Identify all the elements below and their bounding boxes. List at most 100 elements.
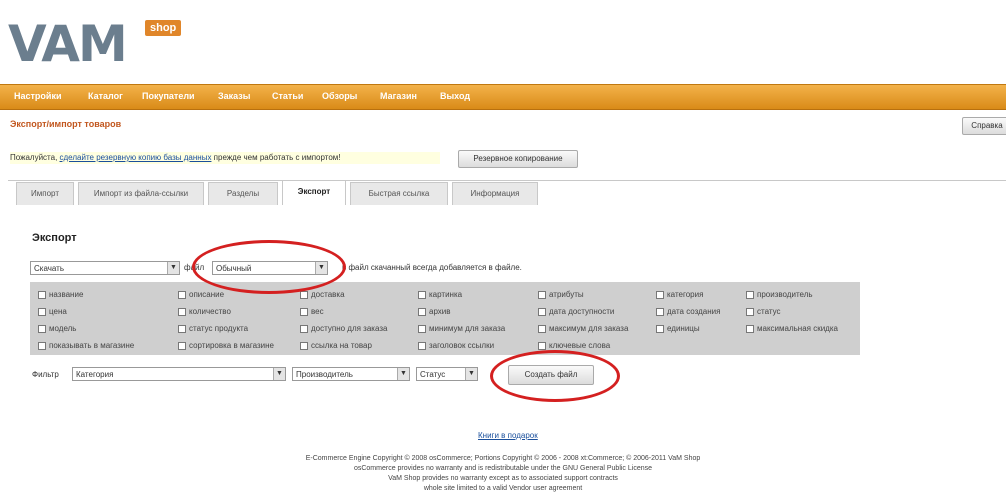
field-link-title[interactable]: заголовок ссылки	[418, 341, 536, 350]
menu-item-articles[interactable]: Статьи	[272, 91, 303, 101]
checkbox[interactable]	[178, 290, 186, 299]
chevron-down-icon: ▼	[397, 368, 409, 380]
field-attributes[interactable]: атрибуты	[538, 290, 656, 299]
checkbox[interactable]	[538, 324, 546, 333]
checkbox[interactable]	[38, 341, 46, 350]
field-manufacturer[interactable]: производитель	[746, 290, 858, 299]
backup-notice: Пожалуйста, сделайте резервную копию баз…	[10, 152, 440, 164]
menu-item-settings[interactable]: Настройки	[14, 91, 61, 101]
filter-manufacturer-select[interactable]: Производитель ▼	[292, 367, 410, 381]
checkbox[interactable]	[656, 307, 664, 316]
tab-import-from-link[interactable]: Импорт из файла-ссылки	[78, 182, 204, 205]
field-model[interactable]: модель	[38, 324, 176, 333]
field-label: дата доступности	[549, 307, 615, 316]
checkbox[interactable]	[538, 307, 546, 316]
highlight-circle-format	[192, 240, 346, 294]
menu-item-shop[interactable]: Магазин	[380, 91, 417, 101]
field-archive[interactable]: архив	[418, 307, 536, 316]
help-button[interactable]: Справка	[962, 117, 1006, 135]
field-status[interactable]: статус	[746, 307, 858, 316]
field-product-link[interactable]: ссылка на товар	[300, 341, 418, 350]
field-date-created[interactable]: дата создания	[656, 307, 742, 316]
logo-text: VAM	[8, 15, 128, 73]
filter-status-select[interactable]: Статус ▼	[416, 367, 478, 381]
field-image[interactable]: картинка	[418, 290, 536, 299]
vam-shop-logo[interactable]: VAM shop	[8, 14, 188, 74]
field-quantity[interactable]: количество	[178, 307, 296, 316]
footer-line-3: VaM Shop provides no warranty except as …	[388, 475, 618, 482]
menu-item-reviews[interactable]: Обзоры	[322, 91, 357, 101]
menu-item-logout[interactable]: Выход	[440, 91, 470, 101]
field-label: количество	[189, 307, 231, 316]
export-action-select[interactable]: Скачать ▼	[30, 261, 180, 275]
chevron-down-icon: ▼	[167, 262, 179, 274]
menu-item-catalog[interactable]: Каталог	[88, 91, 123, 101]
tab-info[interactable]: Информация	[452, 182, 538, 205]
field-available-for-order[interactable]: доступно для заказа	[300, 324, 418, 333]
checkbox[interactable]	[418, 341, 426, 350]
field-shipping[interactable]: доставка	[300, 290, 418, 299]
page-title: Экспорт/импорт товаров	[10, 119, 122, 129]
checkbox[interactable]	[656, 324, 664, 333]
field-keywords[interactable]: ключевые слова	[538, 341, 656, 350]
field-units[interactable]: единицы	[656, 324, 742, 333]
tab-sections[interactable]: Разделы	[208, 182, 278, 205]
field-label: вес	[311, 307, 324, 316]
field-weight[interactable]: вес	[300, 307, 418, 316]
field-date-available[interactable]: дата доступности	[538, 307, 656, 316]
filter-manufacturer-value: Производитель	[296, 370, 353, 379]
checkbox[interactable]	[300, 290, 308, 299]
backup-link[interactable]: сделайте резервную копию базы данных	[60, 153, 212, 162]
checkbox[interactable]	[178, 307, 186, 316]
field-price[interactable]: цена	[38, 307, 168, 316]
footer-line-4: whole site limited to a valid Vendor use…	[423, 485, 583, 492]
field-max-discount[interactable]: максимальная скидка	[746, 324, 858, 333]
field-label: атрибуты	[549, 290, 584, 299]
filter-category-value: Категория	[76, 370, 114, 379]
field-label: статус	[757, 307, 781, 316]
checkbox[interactable]	[418, 324, 426, 333]
field-sort-in-shop[interactable]: сортировка в магазине	[178, 341, 298, 350]
checkbox[interactable]	[746, 307, 754, 316]
checkbox[interactable]	[418, 290, 426, 299]
field-label: картинка	[429, 290, 463, 299]
export-action-value: Скачать	[34, 264, 64, 273]
field-label: дата создания	[667, 307, 721, 316]
field-name[interactable]: название	[38, 290, 168, 299]
checkbox[interactable]	[300, 307, 308, 316]
field-label: ключевые слова	[549, 341, 611, 350]
tab-import[interactable]: Импорт	[16, 182, 74, 205]
checkbox[interactable]	[418, 307, 426, 316]
field-label: сортировка в магазине	[189, 341, 274, 350]
checkbox[interactable]	[178, 324, 186, 333]
field-product-status[interactable]: статус продукта	[178, 324, 296, 333]
notice-suffix: прежде чем работать с импортом!	[211, 153, 341, 162]
checkbox[interactable]	[38, 324, 46, 333]
field-min-order[interactable]: минимум для заказа	[418, 324, 536, 333]
checkbox[interactable]	[656, 290, 664, 299]
field-show-in-shop[interactable]: показывать в магазине	[38, 341, 178, 350]
field-label: максимум для заказа	[549, 324, 629, 333]
checkbox[interactable]	[178, 341, 186, 350]
checkbox[interactable]	[746, 290, 754, 299]
menu-item-customers[interactable]: Покупатели	[142, 91, 195, 101]
backup-button[interactable]: Резервное копирование	[458, 150, 578, 168]
footer-link[interactable]: Книги в подарок	[478, 431, 538, 440]
field-label: единицы	[667, 324, 700, 333]
checkbox[interactable]	[746, 324, 754, 333]
tab-quick-link[interactable]: Быстрая ссылка	[350, 182, 448, 205]
checkbox[interactable]	[538, 341, 546, 350]
menu-item-orders[interactable]: Заказы	[218, 91, 250, 101]
checkbox[interactable]	[300, 341, 308, 350]
filter-category-select[interactable]: Категория ▼	[72, 367, 286, 381]
checkbox[interactable]	[38, 290, 46, 299]
checkbox[interactable]	[538, 290, 546, 299]
tab-export[interactable]: Экспорт	[282, 180, 346, 205]
field-max-order[interactable]: максимум для заказа	[538, 324, 656, 333]
field-label: архив	[429, 307, 451, 316]
field-label: минимум для заказа	[429, 324, 506, 333]
checkbox[interactable]	[300, 324, 308, 333]
field-category[interactable]: категория	[656, 290, 742, 299]
field-label: описание	[189, 290, 225, 299]
checkbox[interactable]	[38, 307, 46, 316]
